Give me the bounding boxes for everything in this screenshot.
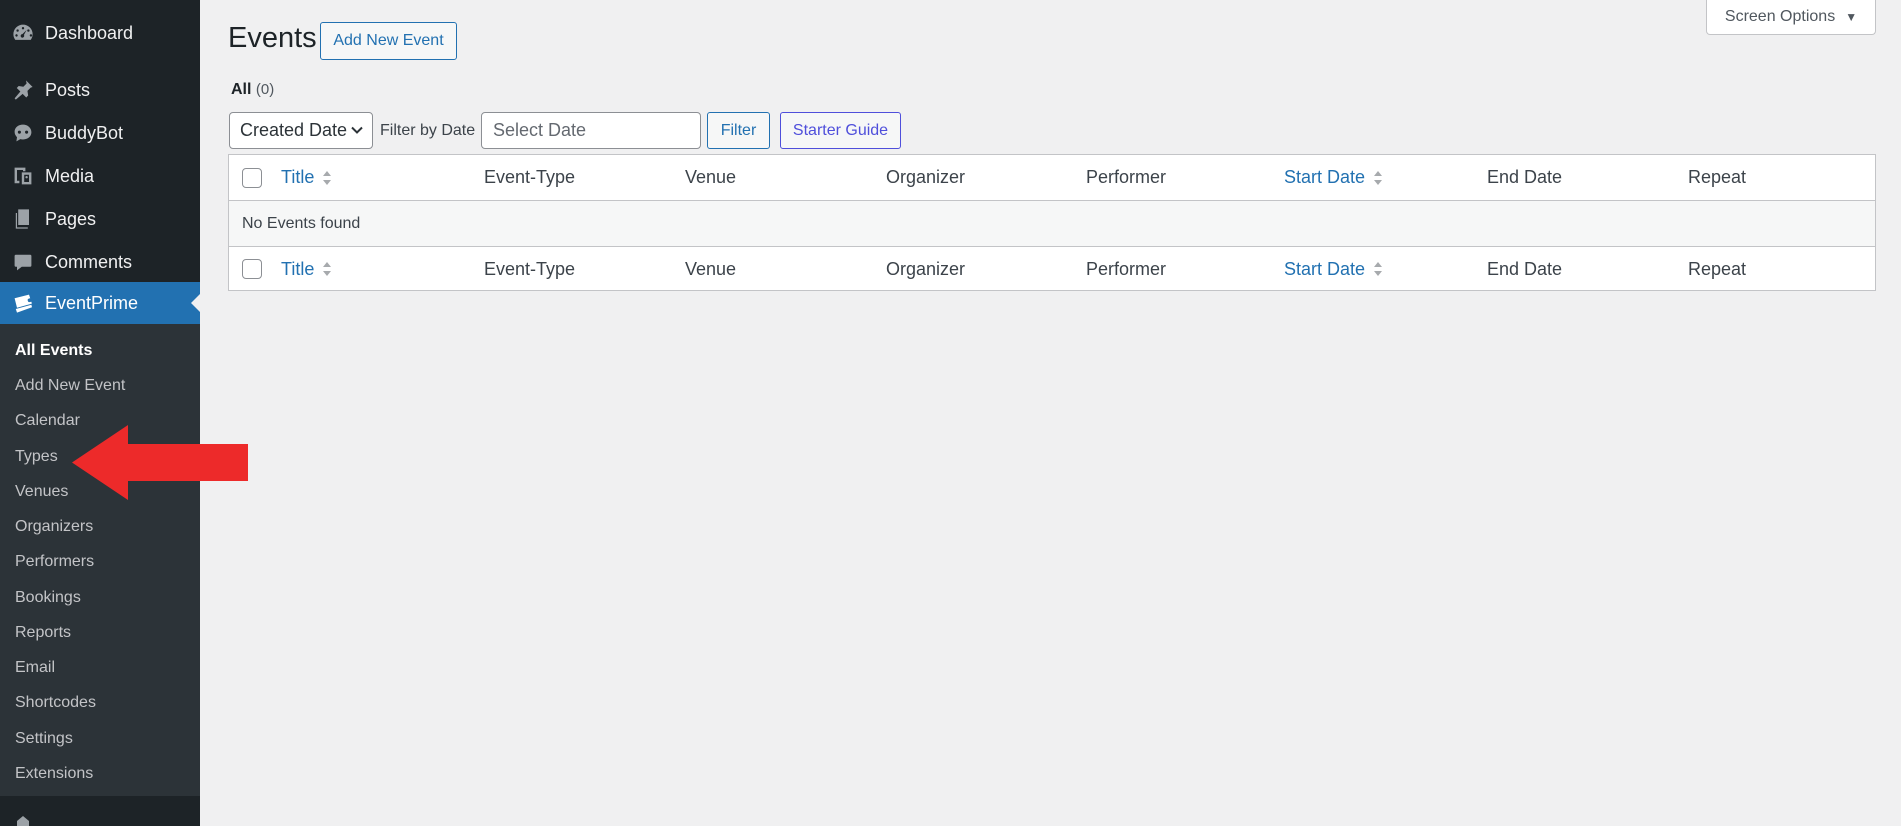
table-header-row: Title Event-Type Venue Organizer Perform… bbox=[229, 155, 1875, 201]
column-end-date-header: End Date bbox=[1487, 167, 1563, 187]
red-arrow-annotation bbox=[72, 425, 248, 500]
view-all-link[interactable]: All bbox=[231, 81, 251, 98]
menu-media[interactable]: Media bbox=[0, 155, 200, 197]
menu-buddybot[interactable]: BuddyBot bbox=[0, 112, 200, 154]
column-start-date-header[interactable]: Start Date bbox=[1284, 155, 1384, 200]
robot-icon bbox=[0, 121, 45, 145]
menu-label: Dashboard bbox=[45, 22, 134, 43]
column-label: Start Date bbox=[1284, 258, 1366, 279]
submenu-reports[interactable]: Reports bbox=[15, 624, 71, 642]
dashboard-icon bbox=[0, 21, 45, 45]
screen-options-label: Screen Options bbox=[1724, 7, 1836, 25]
submenu-add-new-event[interactable]: Add New Event bbox=[15, 377, 125, 395]
column-venue-footer: Venue bbox=[685, 258, 737, 279]
media-icon bbox=[0, 164, 45, 188]
sort-icon bbox=[1374, 170, 1383, 185]
pages-icon bbox=[0, 207, 45, 231]
column-label: Start Date bbox=[1284, 167, 1366, 187]
submenu-shortcodes[interactable]: Shortcodes bbox=[15, 694, 96, 712]
date-sort-value: Created Date bbox=[240, 120, 348, 140]
caret-down-icon: ▼ bbox=[1845, 9, 1858, 24]
column-title-footer[interactable]: Title bbox=[281, 247, 333, 291]
menu-dashboard[interactable]: Dashboard bbox=[0, 12, 200, 54]
menu-comments[interactable]: Comments bbox=[0, 241, 200, 283]
filter-button[interactable]: Filter bbox=[707, 112, 770, 149]
table-footer-row: Title Event-Type Venue Organizer Perform… bbox=[229, 246, 1875, 291]
column-end-date-footer: End Date bbox=[1487, 258, 1563, 279]
date-picker-input[interactable]: Select Date bbox=[481, 112, 701, 149]
column-event-type-footer: Event-Type bbox=[484, 258, 576, 279]
pushpin-icon bbox=[0, 78, 45, 102]
submenu-performers[interactable]: Performers bbox=[15, 553, 94, 571]
filter-by-date-label: Filter by Date bbox=[380, 122, 476, 139]
tickets-icon bbox=[0, 291, 45, 315]
empty-message: No Events found bbox=[242, 214, 361, 232]
menu-label: EventPrime bbox=[45, 292, 139, 313]
admin-sidebar: Dashboard Posts BuddyBot Media Pages Com… bbox=[0, 0, 201, 826]
add-new-event-button[interactable]: Add New Event bbox=[320, 22, 457, 60]
submenu-organizers[interactable]: Organizers bbox=[15, 518, 93, 536]
column-venue-header: Venue bbox=[685, 167, 737, 187]
menu-label: Pages bbox=[45, 208, 97, 229]
column-label: Title bbox=[281, 167, 315, 187]
menu-label: Media bbox=[45, 165, 95, 186]
date-sort-select[interactable]: Created Date bbox=[229, 112, 373, 149]
current-indicator bbox=[191, 293, 201, 313]
empty-table-row: No Events found bbox=[229, 201, 1875, 246]
submenu-bookings[interactable]: Bookings bbox=[15, 589, 81, 607]
column-performer-header: Performer bbox=[1086, 167, 1167, 187]
menu-pages[interactable]: Pages bbox=[0, 198, 200, 240]
menu-label: BuddyBot bbox=[45, 122, 124, 143]
select-all-checkbox-footer[interactable] bbox=[242, 259, 262, 279]
menu-eventprime[interactable]: EventPrime bbox=[0, 282, 201, 324]
menu-label: Comments bbox=[45, 251, 133, 272]
submenu-venues[interactable]: Venues bbox=[15, 483, 68, 501]
column-event-type-header: Event-Type bbox=[484, 167, 576, 187]
column-title-header[interactable]: Title bbox=[281, 155, 333, 200]
column-label: Title bbox=[281, 258, 315, 279]
events-table: Title Event-Type Venue Organizer Perform… bbox=[228, 154, 1876, 291]
menu-posts[interactable]: Posts bbox=[0, 69, 200, 111]
chevron-down-icon bbox=[351, 126, 363, 134]
column-repeat-footer: Repeat bbox=[1688, 258, 1747, 279]
screen-options-button[interactable]: Screen Options ▼ bbox=[1706, 0, 1876, 35]
view-filters: All (0) bbox=[231, 81, 274, 99]
view-all-count: (0) bbox=[255, 81, 275, 98]
column-repeat-header: Repeat bbox=[1688, 167, 1747, 187]
comment-icon bbox=[0, 250, 45, 274]
column-performer-footer: Performer bbox=[1086, 258, 1167, 279]
eventprime-submenu: All Events Add New Event Calendar Types … bbox=[0, 324, 200, 796]
sort-icon bbox=[323, 262, 332, 276]
next-menu-icon bbox=[17, 816, 29, 826]
submenu-settings[interactable]: Settings bbox=[15, 730, 73, 748]
submenu-types[interactable]: Types bbox=[15, 448, 58, 466]
sort-icon bbox=[1374, 262, 1383, 276]
submenu-all-events[interactable]: All Events bbox=[15, 342, 92, 360]
submenu-email[interactable]: Email bbox=[15, 659, 55, 677]
select-all-checkbox[interactable] bbox=[242, 168, 262, 188]
sort-icon bbox=[323, 170, 332, 185]
page-title: Events bbox=[228, 22, 317, 54]
submenu-extensions[interactable]: Extensions bbox=[15, 765, 93, 783]
column-organizer-header: Organizer bbox=[886, 167, 966, 187]
column-organizer-footer: Organizer bbox=[886, 258, 966, 279]
menu-label: Posts bbox=[45, 79, 91, 100]
starter-guide-button[interactable]: Starter Guide bbox=[780, 112, 901, 149]
column-start-date-footer[interactable]: Start Date bbox=[1284, 247, 1384, 291]
